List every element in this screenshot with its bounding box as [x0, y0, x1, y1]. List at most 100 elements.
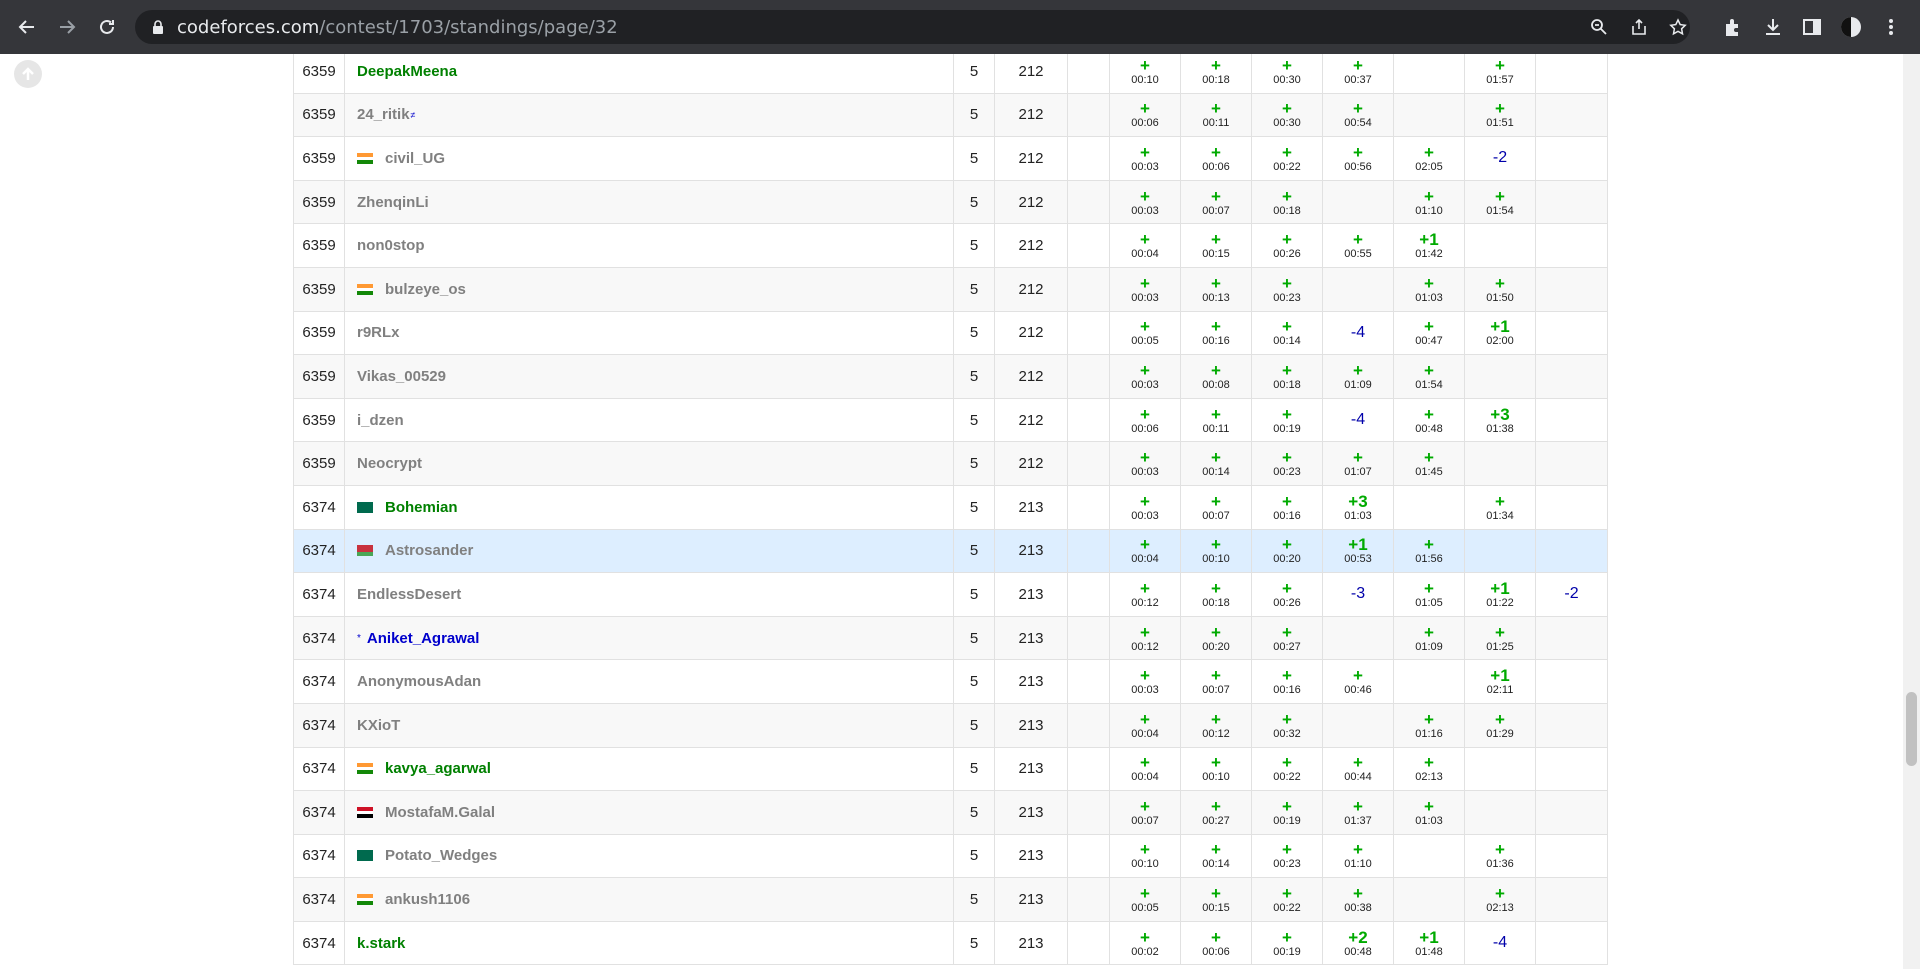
- problem-result-cell[interactable]: +01:29: [1465, 703, 1536, 747]
- participant-handle-link[interactable]: Aniket_Agrawal: [367, 630, 480, 647]
- participant-handle-link[interactable]: kavya_agarwal: [385, 760, 491, 777]
- problem-result-cell[interactable]: +00:06: [1110, 93, 1181, 137]
- problem-result-cell[interactable]: [1394, 485, 1465, 529]
- participant-handle-link[interactable]: Vikas_00529: [357, 368, 446, 385]
- problem-result-cell[interactable]: [1465, 791, 1536, 834]
- problem-result-cell[interactable]: [1536, 224, 1607, 267]
- problem-result-cell[interactable]: [1323, 180, 1394, 224]
- problem-result-cell[interactable]: +00:14: [1252, 311, 1323, 355]
- problem-result-cell[interactable]: +00:14: [1181, 834, 1252, 878]
- problem-result-cell[interactable]: +00:23: [1252, 267, 1323, 311]
- problem-result-cell[interactable]: +00:03: [1110, 137, 1181, 180]
- problem-result-cell[interactable]: +1 01:48: [1394, 921, 1465, 965]
- problem-result-cell[interactable]: +00:03: [1110, 267, 1181, 311]
- problem-result-cell[interactable]: +00:18: [1252, 180, 1323, 224]
- problem-result-cell[interactable]: [1465, 747, 1536, 791]
- problem-result-cell[interactable]: +00:55: [1323, 224, 1394, 267]
- participant-handle-link[interactable]: k.stark: [357, 935, 405, 952]
- participant-handle-link[interactable]: 24_ritik: [357, 106, 410, 123]
- participant-handle-link[interactable]: ankush1106: [385, 891, 470, 908]
- problem-result-cell[interactable]: [1536, 922, 1607, 965]
- problem-result-cell[interactable]: +3 01:38: [1465, 398, 1536, 442]
- problem-result-cell[interactable]: [1536, 878, 1607, 921]
- problem-result-cell[interactable]: +00:06: [1110, 398, 1181, 442]
- problem-result-cell[interactable]: +00:07: [1181, 485, 1252, 529]
- vertical-scrollbar[interactable]: [1903, 54, 1920, 969]
- problem-result-cell[interactable]: +01:37: [1323, 791, 1394, 834]
- participant-handle-link[interactable]: bulzeye_os: [385, 281, 466, 298]
- problem-result-cell[interactable]: +00:06: [1181, 921, 1252, 965]
- problem-result-cell[interactable]: -4: [1323, 311, 1394, 355]
- problem-result-cell[interactable]: +00:14: [1181, 442, 1252, 485]
- reload-button[interactable]: [92, 12, 122, 42]
- problem-result-cell[interactable]: +01:50: [1465, 267, 1536, 311]
- problem-result-cell[interactable]: +00:05: [1110, 311, 1181, 355]
- extensions-icon[interactable]: [1722, 16, 1744, 38]
- scrollbar-thumb[interactable]: [1906, 692, 1917, 766]
- problem-result-cell[interactable]: +2 00:48: [1323, 921, 1394, 965]
- participant-handle-link[interactable]: Neocrypt: [357, 455, 422, 472]
- problem-result-cell[interactable]: +00:16: [1252, 660, 1323, 703]
- problem-result-cell[interactable]: +01:54: [1465, 180, 1536, 224]
- problem-result-cell[interactable]: [1536, 355, 1607, 398]
- side-panel-icon[interactable]: [1801, 16, 1823, 38]
- participant-handle-link[interactable]: non0stop: [357, 237, 425, 254]
- problem-result-cell[interactable]: [1536, 181, 1607, 224]
- problem-result-cell[interactable]: +00:03: [1110, 485, 1181, 529]
- problem-result-cell[interactable]: +00:05: [1110, 878, 1181, 921]
- problem-result-cell[interactable]: +00:10: [1181, 529, 1252, 573]
- problem-result-cell[interactable]: +01:16: [1394, 703, 1465, 747]
- address-bar[interactable]: codeforces.com/contest/1703/standings/pa…: [135, 10, 1690, 44]
- problem-result-cell[interactable]: +01:34: [1465, 485, 1536, 529]
- problem-result-cell[interactable]: [1394, 93, 1465, 137]
- problem-result-cell[interactable]: [1536, 791, 1607, 834]
- problem-result-cell[interactable]: +01:03: [1394, 791, 1465, 834]
- back-button[interactable]: [12, 12, 42, 42]
- problem-result-cell[interactable]: [1536, 617, 1607, 660]
- problem-result-cell[interactable]: +00:15: [1181, 224, 1252, 267]
- profile-avatar-icon[interactable]: [1840, 16, 1862, 38]
- problem-result-cell[interactable]: +00:19: [1252, 921, 1323, 965]
- problem-result-cell[interactable]: [1465, 224, 1536, 267]
- problem-result-cell[interactable]: [1323, 616, 1394, 660]
- problem-result-cell[interactable]: [1465, 529, 1536, 573]
- problem-result-cell[interactable]: +3 01:03: [1323, 485, 1394, 529]
- problem-result-cell[interactable]: +00:23: [1252, 442, 1323, 485]
- problem-result-cell[interactable]: +00:03: [1110, 355, 1181, 398]
- problem-result-cell[interactable]: +00:04: [1110, 747, 1181, 791]
- problem-result-cell[interactable]: +00:03: [1110, 442, 1181, 485]
- problem-result-cell[interactable]: [1323, 267, 1394, 311]
- problem-result-cell[interactable]: [1394, 878, 1465, 921]
- problem-result-cell[interactable]: +00:54: [1323, 93, 1394, 137]
- problem-result-cell[interactable]: +00:10: [1110, 54, 1181, 93]
- problem-result-cell[interactable]: -4: [1323, 398, 1394, 442]
- participant-handle-link[interactable]: ZhenqinLi: [357, 194, 429, 211]
- problem-result-cell[interactable]: +01:03: [1394, 267, 1465, 311]
- problem-result-cell[interactable]: +00:26: [1252, 224, 1323, 267]
- problem-result-cell[interactable]: [1536, 268, 1607, 311]
- problem-result-cell[interactable]: +00:12: [1110, 616, 1181, 660]
- participant-handle-link[interactable]: Bohemian: [385, 499, 458, 516]
- problem-result-cell[interactable]: +00:12: [1181, 703, 1252, 747]
- problem-result-cell[interactable]: +00:10: [1110, 834, 1181, 878]
- problem-result-cell[interactable]: +00:07: [1110, 791, 1181, 834]
- problem-result-cell[interactable]: +00:03: [1110, 180, 1181, 224]
- problem-result-cell[interactable]: [1536, 442, 1607, 485]
- problem-result-cell[interactable]: +00:22: [1252, 137, 1323, 180]
- problem-result-cell[interactable]: -2: [1465, 137, 1536, 180]
- problem-result-cell[interactable]: [1394, 660, 1465, 703]
- problem-result-cell[interactable]: +01:09: [1394, 616, 1465, 660]
- problem-result-cell[interactable]: +01:05: [1394, 573, 1465, 616]
- problem-result-cell[interactable]: +02:13: [1465, 878, 1536, 921]
- problem-result-cell[interactable]: +1 02:11: [1465, 660, 1536, 703]
- problem-result-cell[interactable]: [1323, 703, 1394, 747]
- problem-result-cell[interactable]: [1536, 660, 1607, 703]
- problem-result-cell[interactable]: -3: [1323, 573, 1394, 616]
- problem-result-cell[interactable]: +01:45: [1394, 442, 1465, 485]
- problem-result-cell[interactable]: [1536, 399, 1607, 442]
- problem-result-cell[interactable]: +00:20: [1181, 616, 1252, 660]
- forward-button[interactable]: [52, 12, 82, 42]
- participant-handle-link[interactable]: MostafaM.Galal: [385, 804, 495, 821]
- participant-handle-link[interactable]: Astrosander: [385, 542, 473, 559]
- problem-result-cell[interactable]: +01:10: [1323, 834, 1394, 878]
